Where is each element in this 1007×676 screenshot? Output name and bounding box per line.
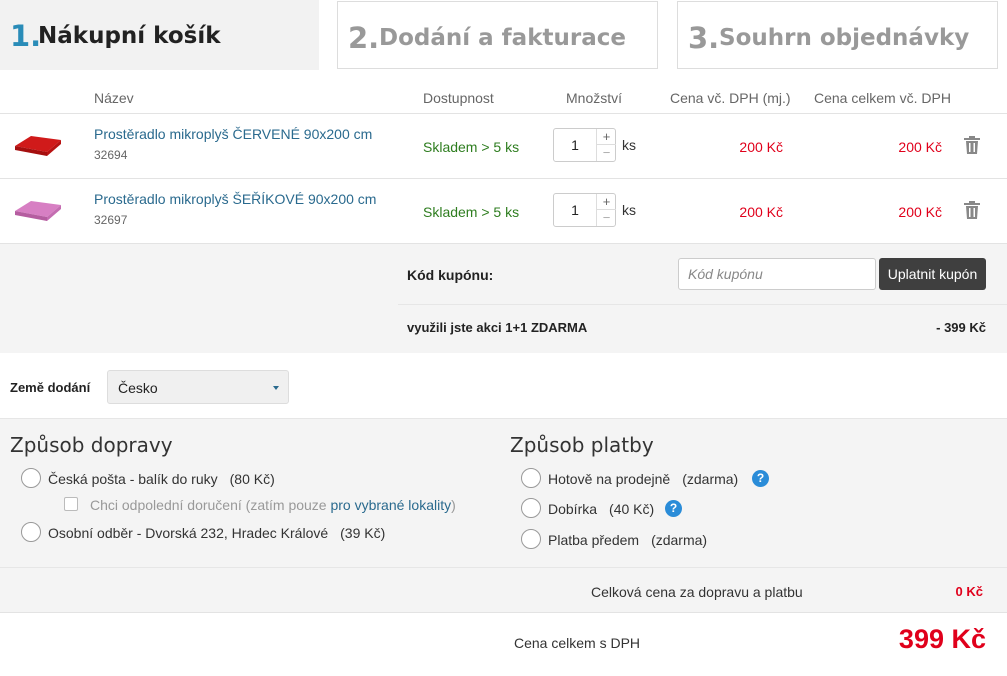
unit-price: 200 Kč — [739, 139, 783, 155]
quantity-stepper[interactable]: 1 + − — [553, 128, 616, 162]
step-number: 3. — [688, 21, 720, 55]
shipping-radio[interactable] — [21, 468, 41, 488]
quantity-value[interactable]: 1 — [554, 137, 596, 153]
checkout-steps: 1. Nákupní košík 2. Dodání a fakturace 3… — [0, 0, 1007, 70]
payment-option[interactable]: Dobírka (40 Kč) — [548, 501, 654, 517]
step-delivery[interactable]: 2. Dodání a fakturace — [337, 1, 658, 69]
country-label: Země dodání — [10, 380, 91, 395]
apply-coupon-button[interactable]: Uplatnit kupón — [879, 258, 986, 290]
increment-button[interactable]: + — [596, 129, 616, 145]
coupon-input[interactable] — [678, 258, 876, 290]
shipping-payment-total-label: Celková cena za dopravu a platbu — [591, 584, 803, 600]
shipping-option[interactable]: Česká pošta - balík do ruky (80 Kč) — [48, 471, 275, 487]
product-name-link[interactable]: Prostěradlo mikroplyš ŠEŘÍKOVÉ 90x200 cm — [94, 191, 376, 207]
divider — [0, 113, 1007, 114]
quantity-value[interactable]: 1 — [554, 202, 596, 218]
payment-option-price: (zdarma) — [651, 532, 708, 548]
divider — [0, 567, 1007, 568]
step-summary[interactable]: 3. Souhrn objednávky — [677, 1, 998, 69]
product-code: 32694 — [94, 148, 128, 162]
shipping-option[interactable]: Osobní odběr - Dvorská 232, Hradec Králo… — [48, 525, 385, 541]
payment-option-label: Dobírka — [548, 501, 598, 517]
shipping-option-price: (80 Kč) — [229, 471, 275, 487]
country-select[interactable]: Česko — [107, 370, 289, 404]
product-thumbnail[interactable] — [13, 132, 63, 158]
shipping-option-label: Osobní odběr - Dvorská 232, Hradec Králo… — [48, 525, 329, 541]
product-name-link[interactable]: Prostěradlo mikroplyš ČERVENÉ 90x200 cm — [94, 126, 372, 142]
shipping-radio[interactable] — [21, 522, 41, 542]
product-thumbnail[interactable] — [13, 197, 63, 223]
afternoon-delivery-checkbox[interactable] — [64, 497, 78, 511]
sub-option-text: Chci odpolední doručení (zatím pouze — [90, 497, 331, 513]
decrement-button[interactable]: − — [596, 210, 616, 226]
payment-option-label: Platba předem — [548, 532, 640, 548]
availability: Skladem > 5 ks — [423, 204, 520, 220]
promo-label: využili jste akci 1+1 ZDARMA — [407, 320, 588, 335]
step-label: Souhrn objednávky — [719, 25, 970, 51]
column-header-availability: Dostupnost — [423, 90, 494, 106]
step-cart[interactable]: 1. Nákupní košík — [0, 0, 319, 70]
payment-option-price: (zdarma) — [682, 471, 739, 487]
afternoon-delivery-label: Chci odpolední doručení (zatím pouze pro… — [90, 497, 456, 513]
caret-down-icon — [273, 386, 279, 390]
grand-total-value: 399 Kč — [898, 624, 986, 654]
country-value: Česko — [118, 380, 158, 396]
divider — [0, 418, 1007, 419]
divider — [0, 612, 1007, 613]
divider — [0, 243, 1007, 244]
payment-radio[interactable] — [521, 529, 541, 549]
payment-radio[interactable] — [521, 468, 541, 488]
increment-button[interactable]: + — [596, 194, 616, 210]
step-number: 1. — [10, 19, 42, 53]
total-price: 200 Kč — [898, 204, 942, 220]
total-price: 200 Kč — [898, 139, 942, 155]
column-header-name: Název — [94, 90, 134, 106]
sub-option-suffix: ) — [451, 497, 456, 513]
shipping-option-label: Česká pošta - balík do ruky — [48, 471, 218, 487]
payment-option-price: (40 Kč) — [609, 501, 655, 517]
availability: Skladem > 5 ks — [423, 139, 520, 155]
shipping-payment-total-value: 0 Kč — [955, 584, 983, 599]
selected-localities-link[interactable]: pro vybrané lokality — [330, 497, 451, 513]
divider — [398, 304, 1007, 305]
quantity-unit: ks — [622, 137, 636, 153]
payment-option-label: Hotově na prodejně — [548, 471, 671, 487]
payment-title: Způsob platby — [510, 433, 654, 457]
column-header-total-price: Cena celkem vč. DPH — [814, 90, 951, 106]
promo-discount: - 399 Kč — [936, 320, 986, 335]
payment-option[interactable]: Hotově na prodejně (zdarma) — [548, 471, 738, 487]
divider — [0, 178, 1007, 179]
column-header-unit-price: Cena vč. DPH (mj.) — [670, 90, 791, 106]
step-number: 2. — [348, 21, 380, 55]
shipping-title: Způsob dopravy — [10, 433, 173, 457]
quantity-stepper[interactable]: 1 + − — [553, 193, 616, 227]
help-icon[interactable]: ? — [752, 470, 769, 487]
step-label: Dodání a fakturace — [379, 25, 626, 51]
quantity-unit: ks — [622, 202, 636, 218]
column-header-quantity: Množství — [566, 90, 623, 106]
trash-icon[interactable] — [963, 135, 981, 155]
decrement-button[interactable]: − — [596, 145, 616, 161]
product-code: 32697 — [94, 213, 128, 227]
help-icon[interactable]: ? — [665, 500, 682, 517]
coupon-label: Kód kupónu: — [407, 267, 494, 283]
trash-icon[interactable] — [963, 200, 981, 220]
payment-option[interactable]: Platba předem (zdarma) — [548, 532, 707, 548]
step-label: Nákupní košík — [38, 23, 221, 49]
payment-radio[interactable] — [521, 498, 541, 518]
shipping-option-price: (39 Kč) — [340, 525, 386, 541]
unit-price: 200 Kč — [739, 204, 783, 220]
grand-total-label: Cena celkem s DPH — [514, 635, 641, 651]
